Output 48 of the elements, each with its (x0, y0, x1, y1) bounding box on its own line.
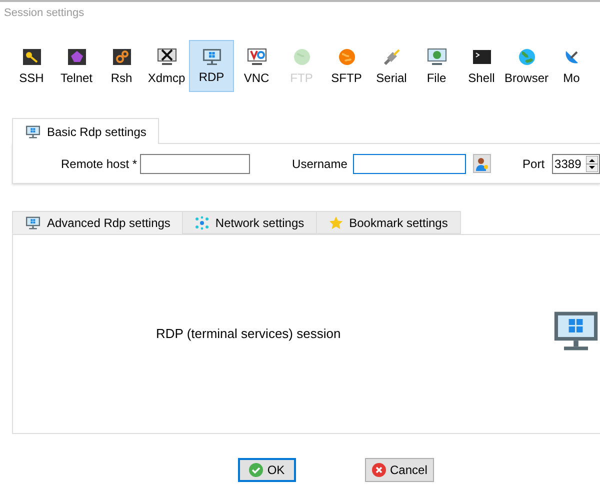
cancel-button[interactable]: Cancel (365, 458, 434, 482)
monitor-icon (202, 48, 222, 66)
session-type-button[interactable]: File (414, 40, 459, 92)
username-label: Username (292, 156, 348, 172)
monitor-icon (552, 309, 600, 353)
session-type-button[interactable]: Serial (369, 40, 414, 92)
star-icon (329, 216, 344, 230)
user-picker-button[interactable] (473, 154, 491, 173)
port-spinner[interactable]: 3389 (552, 154, 600, 174)
session-type-button[interactable]: Rsh (99, 40, 144, 92)
close-icon (372, 463, 386, 477)
session-type-button[interactable]: VNC (234, 40, 279, 92)
session-type-button[interactable]: SFTP (324, 40, 369, 92)
globe-icon (292, 47, 312, 67)
session-type-button[interactable]: Mo (549, 40, 594, 92)
session-type-button[interactable]: Browser (504, 40, 549, 92)
vnc-monitor-icon (246, 47, 266, 67)
username-field[interactable] (353, 154, 466, 174)
monitor-icon (25, 124, 41, 138)
network-icon (195, 216, 210, 230)
gem-icon (66, 47, 86, 67)
globe-monitor-icon (426, 47, 446, 67)
globe-icon (336, 47, 356, 67)
session-type-button[interactable]: Xdmcp (144, 40, 189, 92)
port-label: Port (522, 156, 545, 172)
settings-tab[interactable]: Bookmark settings (316, 211, 461, 234)
remote-host-label: Remote host * (61, 156, 138, 172)
terminal-icon (472, 47, 492, 67)
ok-button[interactable]: OK (238, 458, 296, 482)
session-type-button[interactable]: SSH (9, 40, 54, 92)
settings-tab[interactable]: Advanced Rdp settings (12, 211, 184, 234)
plug-icon (382, 47, 402, 67)
gears-icon (112, 47, 132, 67)
key-icon (22, 47, 42, 67)
x-monitor-icon (156, 47, 176, 67)
session-type-button[interactable]: RDP (189, 40, 234, 92)
session-type-button[interactable]: Telnet (54, 40, 99, 92)
up-arrow-icon[interactable] (586, 156, 598, 164)
settings-tab[interactable]: Network settings (182, 211, 318, 234)
monitor-icon (25, 216, 41, 230)
basic-settings-tab[interactable]: Basic Rdp settings (12, 118, 160, 144)
remote-host-field[interactable] (140, 154, 250, 174)
session-description: RDP (terminal services) session (156, 325, 341, 344)
session-type-button[interactable]: Shell (459, 40, 504, 92)
check-icon (249, 463, 264, 477)
window-title: Session settings (3, 6, 86, 20)
globe-icon (516, 47, 536, 67)
user-icon (474, 156, 489, 170)
